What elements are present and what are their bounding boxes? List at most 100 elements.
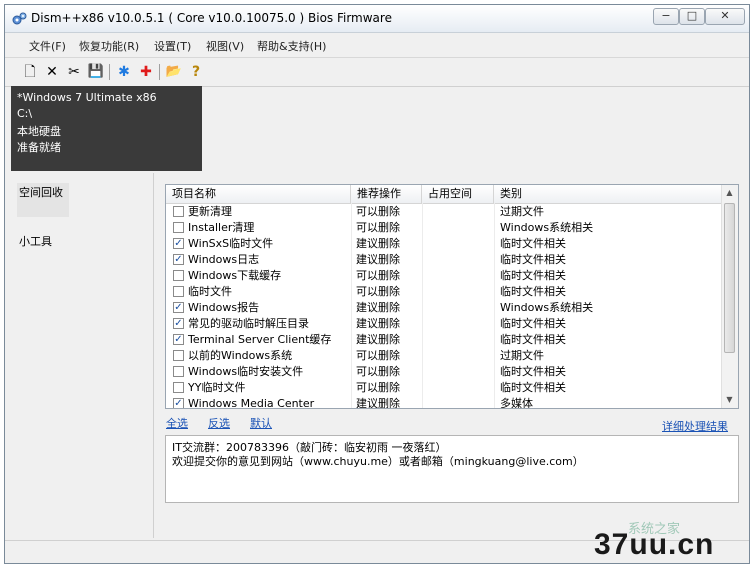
table-row[interactable]: ✓ Windows Media Center 建议删除 多媒体: [166, 396, 722, 409]
cell-category: 临时文件相关: [500, 237, 566, 250]
row-checkbox[interactable]: ✓: [173, 254, 184, 265]
toolbar: 🗋 ✕ ✂ 💾 ✱ ✚ 📂 ?: [5, 58, 749, 87]
column-header-action[interactable]: 推荐操作: [351, 185, 422, 203]
open-folder-icon[interactable]: 📂: [165, 63, 183, 81]
app-window: Dism++x86 v10.0.5.1 ( Core v10.0.10075.0…: [4, 4, 750, 564]
table-row[interactable]: ✓ 常见的驱动临时解压目录 建议删除 临时文件相关: [166, 316, 722, 332]
menu-recovery[interactable]: 恢复功能(R): [79, 38, 139, 54]
detailed-results-link[interactable]: 详细处理结果: [662, 418, 728, 434]
close-button[interactable]: ✕: [705, 8, 745, 25]
add-icon[interactable]: ✚: [137, 63, 155, 81]
image-info-panel[interactable]: *Windows 7 Ultimate x86 C:\ 本地硬盘 准备就绪: [11, 86, 202, 171]
cell-item-name: Windows报告: [188, 301, 260, 314]
row-checkbox[interactable]: ✓: [173, 318, 184, 329]
row-checkbox[interactable]: [173, 222, 184, 233]
save-icon[interactable]: 💾: [87, 63, 105, 81]
watermark-logo: 37uu.cn: [594, 528, 715, 561]
menu-file[interactable]: 文件(F): [29, 38, 66, 54]
title-bar[interactable]: Dism++x86 v10.0.5.1 ( Core v10.0.10075.0…: [5, 5, 749, 33]
cell-item-name: Installer清理: [188, 221, 255, 234]
table-row[interactable]: Installer清理 可以删除 Windows系统相关: [166, 220, 722, 236]
table-row[interactable]: 更新清理 可以删除 过期文件: [166, 204, 722, 220]
drive-letter: C:\: [17, 107, 33, 120]
vertical-scrollbar[interactable]: ▲ ▼: [721, 185, 738, 408]
cell-category: 过期文件: [500, 349, 544, 362]
window-title: Dism++x86 v10.0.5.1 ( Core v10.0.10075.0…: [31, 11, 392, 25]
select-all-link[interactable]: 全选: [166, 415, 188, 431]
row-checkbox[interactable]: [173, 366, 184, 377]
default-selection-link[interactable]: 默认: [250, 415, 272, 431]
cell-action: 建议删除: [356, 333, 400, 346]
cell-category: 多媒体: [500, 397, 533, 409]
cleanup-item-list[interactable]: 项目名称 推荐操作 占用空间 类别 更新清理 可以删除 过期文件 Installer清…: [165, 184, 739, 409]
cell-action: 可以删除: [356, 349, 400, 362]
scrollbar-thumb[interactable]: [724, 203, 735, 353]
cell-category: Windows系统相关: [500, 301, 594, 314]
new-file-icon[interactable]: 🗋: [21, 63, 39, 81]
cell-category: 过期文件: [500, 205, 544, 218]
cell-item-name: 常见的驱动临时解压目录: [188, 317, 309, 330]
maximize-button[interactable]: □: [679, 8, 705, 25]
row-checkbox[interactable]: [173, 382, 184, 393]
table-row[interactable]: ✓ Windows日志 建议删除 临时文件相关: [166, 252, 722, 268]
cell-item-name: Windows Media Center: [188, 397, 315, 409]
invert-selection-link[interactable]: 反选: [208, 415, 230, 431]
table-row[interactable]: Windows临时安装文件 可以删除 临时文件相关: [166, 364, 722, 380]
cleanup-content: 项目名称 推荐操作 占用空间 类别 更新清理 可以删除 过期文件 Installer清…: [153, 173, 746, 538]
row-checkbox[interactable]: ✓: [173, 334, 184, 345]
cell-category: 临时文件相关: [500, 269, 566, 282]
cell-action: 建议删除: [356, 317, 400, 330]
row-checkbox[interactable]: [173, 206, 184, 217]
scroll-up-icon[interactable]: ▲: [722, 185, 737, 201]
table-row[interactable]: YY临时文件 可以删除 临时文件相关: [166, 380, 722, 396]
cell-category: 临时文件相关: [500, 253, 566, 266]
row-checkbox[interactable]: [173, 270, 184, 281]
message-line-feedback: 欢迎提交你的意见到网站（www.chuyu.me）或者邮箱（mingkuang@…: [172, 455, 584, 468]
asterisk-icon[interactable]: ✱: [115, 63, 133, 81]
row-checkbox[interactable]: [173, 286, 184, 297]
column-header-category[interactable]: 类别: [494, 185, 724, 203]
column-header-item-name[interactable]: 项目名称: [166, 185, 351, 203]
menu-view[interactable]: 视图(V): [206, 38, 244, 54]
os-name: *Windows 7 Ultimate x86: [17, 91, 157, 104]
sidebar-item-space-recovery[interactable]: 空间回收: [17, 183, 69, 217]
toolbar-separator: [159, 64, 160, 80]
table-row[interactable]: Windows下载缓存 可以删除 临时文件相关: [166, 268, 722, 284]
cell-item-name: Windows下载缓存: [188, 269, 282, 282]
disk-type: 本地硬盘: [17, 125, 61, 138]
cell-action: 可以删除: [356, 205, 400, 218]
row-checkbox[interactable]: ✓: [173, 238, 184, 249]
cell-action: 建议删除: [356, 397, 400, 409]
row-checkbox[interactable]: ✓: [173, 398, 184, 408]
cell-action: 可以删除: [356, 365, 400, 378]
cell-category: 临时文件相关: [500, 333, 566, 346]
table-row[interactable]: 临时文件 可以删除 临时文件相关: [166, 284, 722, 300]
cell-item-name: YY临时文件: [188, 381, 246, 394]
help-icon[interactable]: ?: [187, 63, 205, 81]
minimize-button[interactable]: −: [653, 8, 679, 25]
scroll-down-icon[interactable]: ▼: [722, 392, 737, 408]
cell-action: 建议删除: [356, 237, 400, 250]
cut-icon[interactable]: ✂: [65, 63, 83, 81]
column-header-size[interactable]: 占用空间: [422, 185, 494, 203]
row-checkbox[interactable]: ✓: [173, 302, 184, 313]
row-checkbox[interactable]: [173, 350, 184, 361]
image-status: 准备就绪: [17, 141, 61, 154]
cell-item-name: 临时文件: [188, 285, 232, 298]
cell-category: 临时文件相关: [500, 381, 566, 394]
cell-action: 可以删除: [356, 221, 400, 234]
table-row[interactable]: ✓ Windows报告 建议删除 Windows系统相关: [166, 300, 722, 316]
cell-item-name: Windows临时安装文件: [188, 365, 304, 378]
table-row[interactable]: ✓ WinSxS临时文件 建议删除 临时文件相关: [166, 236, 722, 252]
cell-action: 建议删除: [356, 301, 400, 314]
sidebar-item-tools[interactable]: 小工具: [19, 233, 52, 249]
cell-item-name: Windows日志: [188, 253, 260, 266]
menu-settings[interactable]: 设置(T): [154, 38, 191, 54]
cell-item-name: WinSxS临时文件: [188, 237, 274, 250]
cell-action: 建议删除: [356, 253, 400, 266]
message-box: IT交流群：200783396（敲门砖：临安初雨 一夜落红） 欢迎提交你的意见到…: [165, 435, 739, 503]
table-row[interactable]: ✓ Terminal Server Client缓存 建议删除 临时文件相关: [166, 332, 722, 348]
menu-help[interactable]: 帮助&支持(H): [257, 38, 326, 54]
close-file-icon[interactable]: ✕: [43, 63, 61, 81]
table-row[interactable]: 以前的Windows系统 可以删除 过期文件: [166, 348, 722, 364]
